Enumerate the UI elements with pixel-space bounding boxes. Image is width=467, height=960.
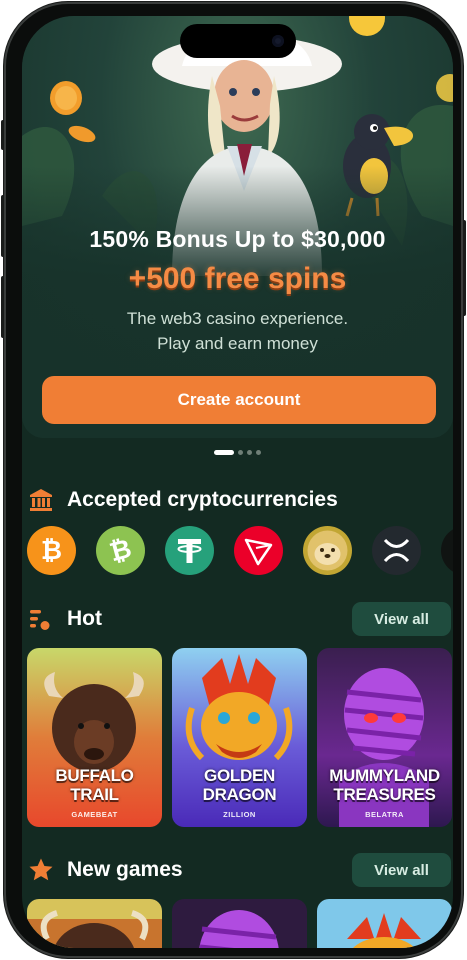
game-title-line1: MUMMYLAND xyxy=(329,766,440,785)
game-card-mummyland-treasures[interactable]: MUMMYLAND TREASURES BELATRA xyxy=(317,648,452,827)
app-screen: 150% Bonus Up to $30,000 +500 free spins… xyxy=(22,16,453,948)
dynamic-island xyxy=(180,24,296,58)
hero-banner[interactable]: 150% Bonus Up to $30,000 +500 free spins… xyxy=(22,16,453,438)
new-games-list xyxy=(27,899,453,948)
new-game-thumbnail-2 xyxy=(172,899,307,948)
crypto-more-icon[interactable] xyxy=(441,526,453,575)
svg-text:₿: ₿ xyxy=(41,536,62,566)
game-provider: BELATRA xyxy=(365,810,404,819)
list-fire-icon xyxy=(30,610,50,630)
game-title: GOLDEN DRAGON xyxy=(172,766,307,804)
game-title-line2: TREASURES xyxy=(333,785,436,804)
dogecoin-icon[interactable] xyxy=(303,526,352,575)
game-title: MUMMYLAND TREASURES xyxy=(317,766,452,804)
hero-subtitle: The web3 casino experience. Play and ear… xyxy=(22,306,453,356)
hot-section-header: Hot View all xyxy=(22,602,453,636)
carousel-dot-1[interactable] xyxy=(214,449,234,455)
game-card-golden-dragon[interactable]: GOLDEN DRAGON ZILLION xyxy=(172,648,307,827)
carousel-dot-3[interactable] xyxy=(247,449,252,455)
xrp-icon[interactable] xyxy=(372,526,421,575)
bitcoin-cash-icon[interactable]: ₿ xyxy=(96,526,145,575)
new-game-card-2[interactable] xyxy=(172,899,307,948)
hero-subtitle-line1: The web3 casino experience. xyxy=(126,309,349,328)
hot-section-title: Hot xyxy=(67,607,102,630)
hot-games-list: BUFFALO TRAIL GAMEBEAT GOLDEN DRAGON ZIL… xyxy=(27,648,453,827)
carousel-dot-2[interactable] xyxy=(238,449,243,455)
new-games-view-all-button[interactable]: View all xyxy=(352,853,451,887)
crypto-section-header: Accepted cryptocurrencies xyxy=(22,483,453,517)
hot-view-all-button[interactable]: View all xyxy=(352,602,451,636)
new-game-card-3[interactable] xyxy=(317,899,452,948)
game-title-line1: BUFFALO xyxy=(55,766,134,785)
new-games-section-title: New games xyxy=(67,858,183,881)
carousel-dot-4[interactable] xyxy=(256,449,261,455)
game-title: BUFFALO TRAIL xyxy=(27,766,162,804)
phone-frame: 150% Bonus Up to $30,000 +500 free spins… xyxy=(4,2,463,958)
camera-icon xyxy=(272,35,284,47)
create-account-button[interactable]: Create account xyxy=(42,376,436,424)
game-title-line2: TRAIL xyxy=(70,785,119,804)
carousel-indicator[interactable] xyxy=(214,449,261,455)
game-provider: GAMEBEAT xyxy=(71,810,118,819)
bitcoin-icon[interactable]: ₿ xyxy=(27,526,76,575)
crypto-list: ₿ ₿ xyxy=(27,526,453,576)
bank-icon xyxy=(30,489,52,511)
game-card-buffalo-trail[interactable]: BUFFALO TRAIL GAMEBEAT xyxy=(27,648,162,827)
game-title-line2: DRAGON xyxy=(202,785,277,804)
new-game-thumbnail-1 xyxy=(27,899,162,948)
game-provider: ZILLION xyxy=(223,810,256,819)
tron-icon[interactable] xyxy=(234,526,283,575)
new-game-thumbnail-3 xyxy=(317,899,452,948)
hero-free-spins: +500 free spins xyxy=(128,262,347,295)
crypto-section-title: Accepted cryptocurrencies xyxy=(67,488,338,511)
game-title-line1: GOLDEN xyxy=(204,766,275,785)
new-game-card-1[interactable] xyxy=(27,899,162,948)
new-games-section-header: New games View all xyxy=(22,853,453,887)
hero-subtitle-line2: Play and earn money xyxy=(157,334,318,353)
star-icon xyxy=(29,858,53,881)
hero-title: 150% Bonus Up to $30,000 xyxy=(89,226,386,252)
tether-icon[interactable] xyxy=(165,526,214,575)
